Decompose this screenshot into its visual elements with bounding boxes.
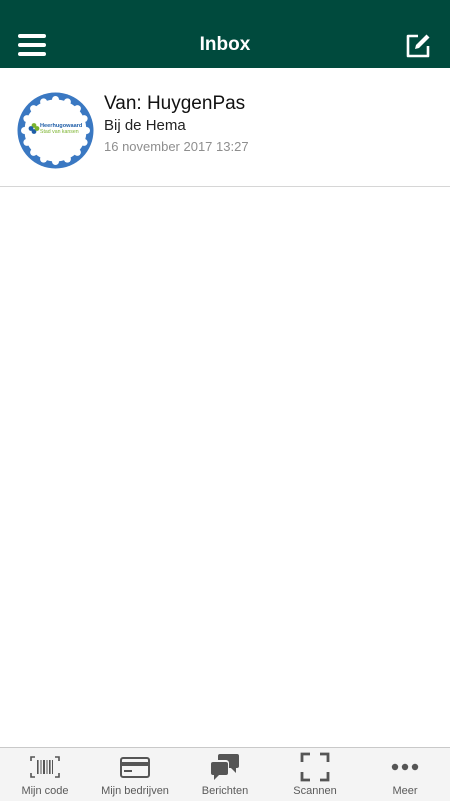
compose-icon[interactable] [404, 32, 432, 60]
message-sender: Van: HuygenPas [104, 93, 246, 114]
chat-bubbles-icon [211, 754, 239, 780]
tab-scannen[interactable]: Scannen [270, 748, 360, 801]
bottom-tab-bar: Mijn code Mijn bedrijven Berichten Scann… [0, 747, 450, 801]
message-list-item[interactable]: Heerhugowaard Stad van kansen Van: Huyge… [0, 68, 450, 187]
message-subject: Bij de Hema [104, 117, 186, 134]
tab-label: Mijn code [21, 785, 69, 797]
tab-meer[interactable]: Meer [360, 748, 450, 801]
barcode-icon [30, 756, 60, 778]
tab-label: Scannen [293, 785, 337, 797]
sender-logo-avatar: Heerhugowaard Stad van kansen [17, 92, 94, 169]
scan-frame-icon [300, 752, 330, 782]
tab-berichten[interactable]: Berichten [180, 748, 270, 801]
more-dots-icon [391, 763, 419, 771]
top-bar: Inbox [0, 0, 450, 68]
tab-label: Berichten [201, 785, 249, 797]
tab-label: Mijn bedrijven [101, 785, 169, 797]
tab-label: Meer [392, 785, 418, 797]
message-timestamp: 16 november 2017 13:27 [104, 139, 249, 154]
logo-text-line2: Stad van kansen [40, 129, 79, 135]
tab-mijn-code[interactable]: Mijn code [0, 748, 90, 801]
page-title: Inbox [199, 34, 251, 55]
card-icon [120, 757, 150, 778]
tab-mijn-bedrijven[interactable]: Mijn bedrijven [90, 748, 180, 801]
